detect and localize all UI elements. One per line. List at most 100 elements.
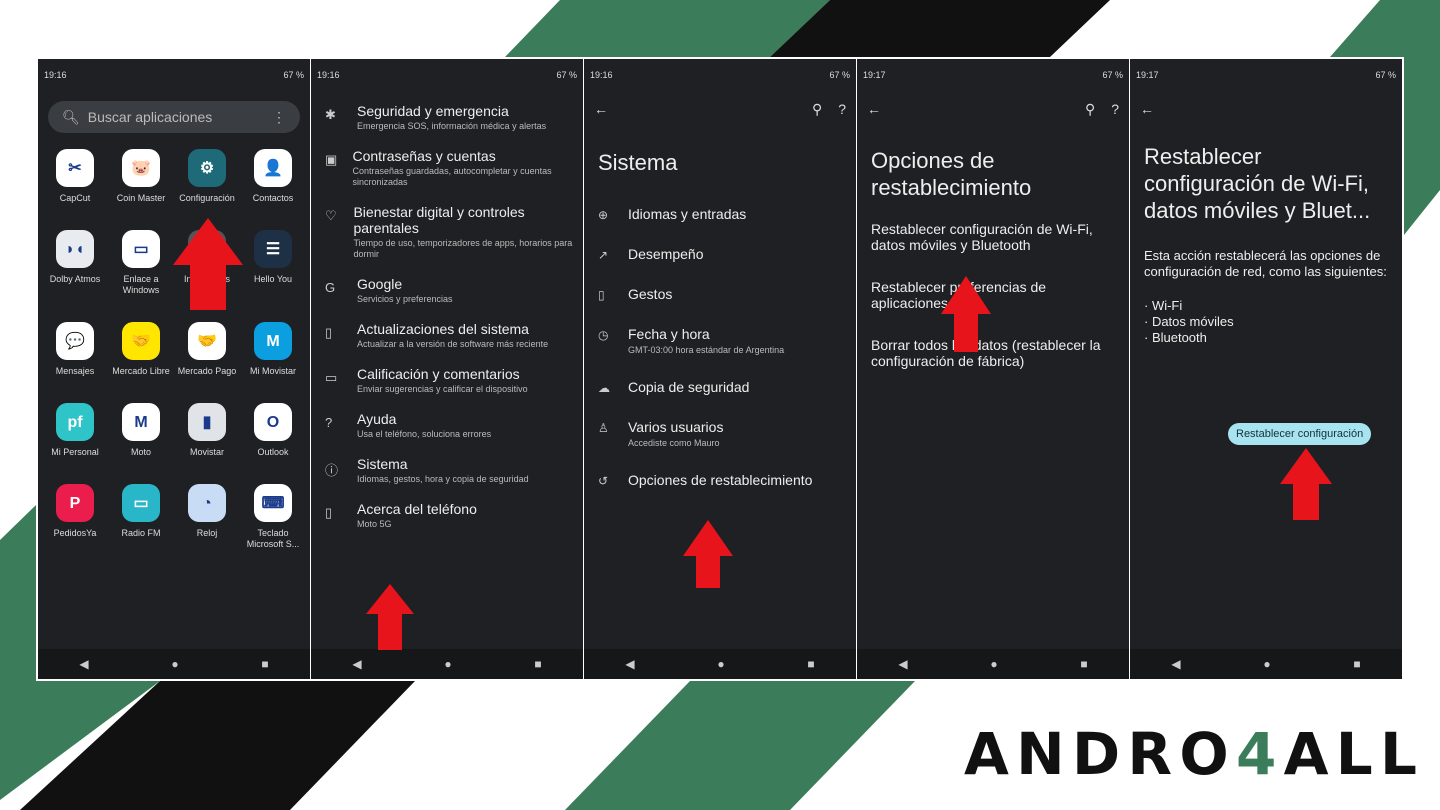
reset-settings-button[interactable]: Restablecer configuración [1228, 423, 1372, 445]
performance-icon: ↗ [598, 248, 609, 262]
settings-item[interactable]: ? Ayuda Usa el teléfono, soluciona errores [311, 411, 583, 440]
settings-item[interactable]: ▯ Acerca del teléfono Moto 5G [311, 501, 583, 530]
settings-item[interactable]: ▭ Calificación y comentarios Enviar sugere… [311, 366, 583, 395]
help-icon[interactable]: ? [838, 101, 846, 118]
recents-icon[interactable]: ■ [261, 657, 268, 671]
item-title: Varios usuarios [628, 419, 724, 435]
app-icon: 🐷 [122, 149, 160, 187]
system-item[interactable]: ↺ Opciones de restablecimiento [584, 472, 856, 488]
app-icon-item[interactable]: Interactivos [174, 230, 240, 296]
item-subtitle: Actualizar a la versión de software más … [357, 339, 549, 349]
app-icon-item[interactable]: 🤝 Mercado Libre [108, 322, 174, 377]
more-options-icon[interactable]: ⋮ [272, 109, 286, 126]
app-icon-item[interactable]: ▭ Enlace a Windows [108, 230, 174, 296]
app-icon-item[interactable]: O Outlook [240, 403, 306, 458]
back-icon[interactable]: ◀ [79, 657, 88, 671]
item-subtitle: Emergencia SOS, información médica y ale… [357, 121, 547, 131]
recents-icon[interactable]: ■ [1353, 657, 1360, 671]
app-icon: ☰ [254, 230, 292, 268]
battery-level: 67 % [829, 70, 850, 80]
app-icon: ◗◖ [56, 230, 94, 268]
home-icon[interactable]: ● [171, 657, 178, 671]
app-icon-item[interactable]: ⌨ Teclado Microsoft S... [240, 484, 306, 550]
search-apps-input[interactable]: 🔍︎ Buscar aplicaciones ⋮ [48, 101, 300, 133]
app-icon-item[interactable]: P PedidosYa [42, 484, 108, 550]
settings-item[interactable]: ▯ Actualizaciones del sistema Actualizar a… [311, 321, 583, 350]
system-item[interactable]: ⊕ Idiomas y entradas [584, 206, 856, 222]
reset-network-option[interactable]: Restablecer configuración de Wi-Fi, dato… [857, 221, 1129, 253]
app-icon-item[interactable]: ☰ Hello You [240, 230, 306, 296]
system-item[interactable]: ☁ Copia de seguridad [584, 379, 856, 395]
app-icon-item[interactable]: ▭ Radio FM [108, 484, 174, 550]
wellbeing-icon: ♡ [325, 208, 337, 223]
system-item[interactable]: ↗ Desempeño [584, 246, 856, 262]
app-icon-item[interactable]: ✂ CapCut [42, 149, 108, 204]
app-icon-item[interactable]: 💬 Mensajes [42, 322, 108, 377]
app-label: Contactos [252, 193, 294, 203]
factory-reset-option[interactable]: Borrar todos los datos (restablecer la c… [857, 337, 1129, 369]
app-label: Enlace a Windows [122, 274, 160, 295]
home-icon[interactable]: ● [444, 657, 451, 671]
help-icon[interactable]: ? [1111, 101, 1119, 118]
settings-item[interactable]: ▣ Contraseñas y cuentas Contraseñas guarda… [311, 148, 583, 188]
back-icon[interactable]: ◀ [625, 657, 634, 671]
app-icon-item[interactable]: 🐷 Coin Master [108, 149, 174, 204]
settings-item[interactable]: ♡ Bienestar digital y controles parentale… [311, 204, 583, 260]
back-icon[interactable]: ◀ [352, 657, 361, 671]
back-arrow-icon[interactable]: ← [1140, 101, 1154, 117]
item-title: Gestos [628, 286, 673, 302]
status-time: 19:16 [44, 70, 67, 80]
status-bar: 19:17 67 % [1130, 59, 1402, 91]
app-icon-item[interactable]: pf Mi Personal [42, 403, 108, 458]
app-icon: ▭ [122, 230, 160, 268]
search-icon[interactable]: ⚲ [812, 101, 822, 118]
system-item[interactable]: ♙ Varios usuarios Accediste como Mauro [584, 419, 856, 448]
home-icon[interactable]: ● [717, 657, 724, 671]
recents-icon[interactable]: ■ [807, 657, 814, 671]
app-icon: 👤 [254, 149, 292, 187]
back-arrow-icon[interactable]: ← [594, 101, 608, 117]
back-icon[interactable]: ◀ [898, 657, 907, 671]
recents-icon[interactable]: ■ [534, 657, 541, 671]
app-icon-item[interactable]: 👤 Contactos [240, 149, 306, 204]
app-icon-item[interactable]: ◗◖ Dolby Atmos [42, 230, 108, 296]
settings-list: ✱ Seguridad y emergencia Emergencia SOS, i… [311, 103, 583, 530]
recents-icon[interactable]: ■ [1080, 657, 1087, 671]
back-icon[interactable]: ◀ [1171, 657, 1180, 671]
item-title: Desempeño [628, 246, 704, 262]
item-subtitle: Moto 5G [357, 519, 392, 529]
system-item[interactable]: ▯ Gestos [584, 286, 856, 302]
item-subtitle: Contraseñas guardadas, autocompletar y c… [352, 166, 552, 187]
app-icon: 💬 [56, 322, 94, 360]
app-icon-item[interactable]: M Mi Movistar [240, 322, 306, 377]
list-item: · Datos móviles [1144, 314, 1234, 329]
item-subtitle: Enviar sugerencias y calificar el dispos… [357, 384, 528, 394]
home-icon[interactable]: ● [1263, 657, 1270, 671]
app-label: Mensajes [55, 366, 95, 376]
app-icon-item[interactable]: ⚙ Configuración [174, 149, 240, 204]
search-icon: 🔍︎ [62, 108, 80, 125]
app-icon-item[interactable]: M Moto [108, 403, 174, 458]
app-icon-item[interactable]: ▮ Movistar [174, 403, 240, 458]
settings-item[interactable]: ✱ Seguridad y emergencia Emergencia SOS, i… [311, 103, 583, 132]
app-icon-item[interactable]: 🤝 Mercado Pago [174, 322, 240, 377]
app-label: Radio FM [121, 528, 161, 538]
status-time: 19:17 [1136, 70, 1159, 80]
settings-item[interactable]: ⓘ Sistema Idiomas, gestos, hora y copia de… [311, 456, 583, 485]
reset-app-preferences-option[interactable]: Restablecer preferencias de aplicaciones [857, 279, 1129, 311]
search-icon[interactable]: ⚲ [1085, 101, 1095, 118]
app-label: CapCut [59, 193, 91, 203]
list-item: · Bluetooth [1144, 330, 1207, 345]
back-arrow-icon[interactable]: ← [867, 101, 881, 117]
feedback-icon: ▭ [325, 370, 338, 385]
item-title: Opciones de restablecimiento [628, 472, 813, 488]
system-item[interactable]: ◷ Fecha y hora GMT-03:00 hora estándar de … [584, 326, 856, 355]
item-title: Calificación y comentarios [357, 366, 520, 382]
home-icon[interactable]: ● [990, 657, 997, 671]
app-label: Teclado Microsoft S... [246, 528, 300, 549]
settings-item[interactable]: G Google Servicios y preferencias [311, 276, 583, 305]
app-icon-item[interactable]: ◔ Reloj [174, 484, 240, 550]
app-icon: 🤝 [122, 322, 160, 360]
app-icon: ▭ [122, 484, 160, 522]
page-title: Restablecer configuración de Wi-Fi, dato… [1144, 144, 1371, 223]
